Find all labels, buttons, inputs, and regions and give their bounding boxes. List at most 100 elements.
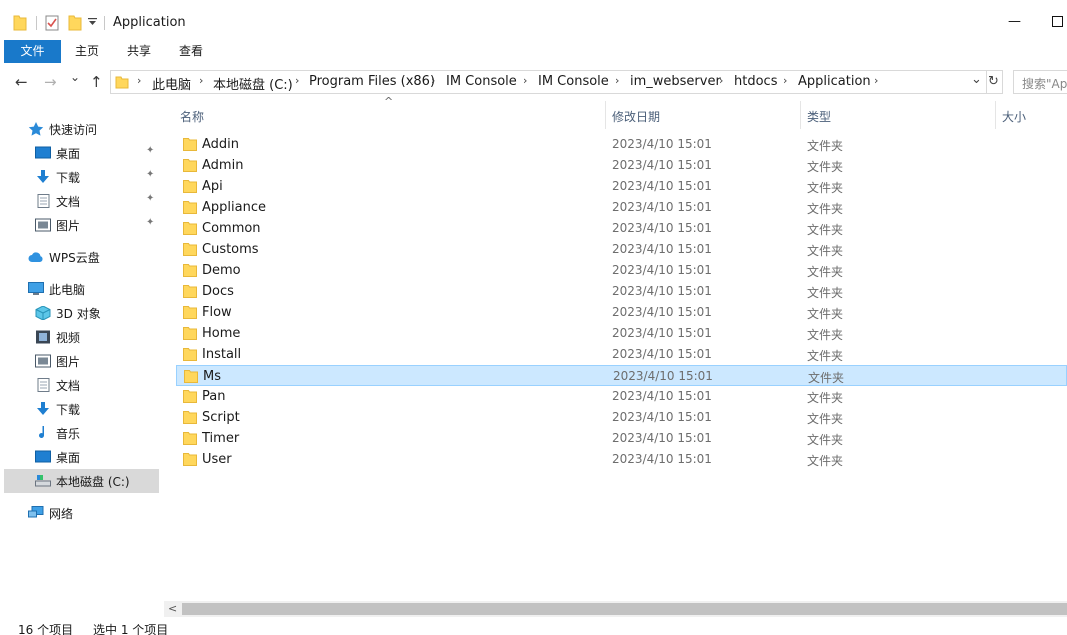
up-button[interactable]: ↑ (90, 73, 103, 91)
column-divider[interactable] (800, 101, 801, 129)
file-row[interactable]: Docs 2023/4/10 15:01 文件夹 (176, 281, 1067, 302)
document-icon (37, 194, 50, 208)
file-type: 文件夹 (807, 286, 844, 300)
maximize-button[interactable] (1052, 16, 1063, 27)
file-date-modified: 2023/4/10 15:01 (612, 431, 712, 445)
file-row[interactable]: Flow 2023/4/10 15:01 文件夹 (176, 302, 1067, 323)
tab-home[interactable]: 主页 (68, 40, 106, 63)
nav-item-music[interactable]: 音乐 (4, 421, 159, 445)
file-row[interactable]: Script 2023/4/10 15:01 文件夹 (176, 407, 1067, 428)
breadcrumb-this-pc[interactable]: 此电脑 (152, 74, 191, 93)
properties-icon[interactable] (45, 15, 59, 31)
breadcrumb-separator[interactable]: › (523, 74, 527, 87)
breadcrumb-im-console[interactable]: IM Console (446, 74, 517, 89)
folder-icon (184, 370, 198, 383)
nav-item-downloads[interactable]: 下载 (4, 397, 159, 421)
scroll-left-button[interactable]: < (168, 602, 177, 615)
column-divider[interactable] (605, 101, 606, 129)
file-row[interactable]: Api 2023/4/10 15:01 文件夹 (176, 176, 1067, 197)
breadcrumb-im-console-2[interactable]: IM Console (538, 74, 609, 89)
breadcrumb-separator[interactable]: › (719, 74, 723, 87)
breadcrumb-separator[interactable]: › (199, 74, 203, 87)
folder-icon (183, 432, 197, 445)
nav-item-desktop-pinned[interactable]: 桌面 ✦ (4, 141, 159, 165)
breadcrumb-im-webserver[interactable]: im_webserver (630, 74, 721, 89)
nav-item-label: WPS云盘 (49, 251, 100, 265)
picture-icon (35, 218, 51, 232)
file-name: Flow (202, 305, 232, 320)
navigation-pane: 快速访问 桌面 ✦ 下载 ✦ 文档 ✦ 图片 ✦ WPS云盘 此电脑 3D 对象… (0, 101, 162, 614)
breadcrumb-separator[interactable]: › (615, 74, 619, 87)
address-bar[interactable]: › 此电脑 › 本地磁盘 (C:) › Program Files (x86) … (110, 70, 987, 94)
breadcrumb-application[interactable]: Application (798, 74, 871, 89)
file-row[interactable]: Demo 2023/4/10 15:01 文件夹 (176, 260, 1067, 281)
nav-item-network[interactable]: 网络 (4, 501, 159, 525)
nav-item-documents-pinned[interactable]: 文档 ✦ (4, 189, 159, 213)
file-type: 文件夹 (808, 371, 845, 385)
file-row[interactable]: Install 2023/4/10 15:01 文件夹 (176, 344, 1067, 365)
nav-item-label: 快速访问 (49, 123, 98, 137)
tab-share[interactable]: 共享 (120, 40, 158, 63)
breadcrumb-separator[interactable]: › (431, 74, 435, 87)
nav-item-videos[interactable]: 视频 (4, 325, 159, 349)
recent-locations-button[interactable]: ⌄ (70, 70, 80, 84)
breadcrumb-separator[interactable]: › (137, 74, 141, 87)
nav-item-label: 图片 (56, 355, 81, 369)
file-row[interactable]: Pan 2023/4/10 15:01 文件夹 (176, 386, 1067, 407)
customize-toolbar-icon[interactable] (88, 17, 97, 27)
file-name: Ms (203, 369, 221, 384)
file-row[interactable]: Addin 2023/4/10 15:01 文件夹 (176, 134, 1067, 155)
breadcrumb-htdocs[interactable]: htdocs (734, 74, 777, 89)
cloud-icon (28, 252, 43, 262)
desktop-icon (35, 146, 51, 159)
ribbon-tabs: 文件 主页 共享 查看 (0, 40, 1067, 63)
title-separator (104, 16, 105, 30)
folder-icon (115, 76, 129, 89)
column-divider[interactable] (995, 101, 996, 129)
nav-item-downloads-pinned[interactable]: 下载 ✦ (4, 165, 159, 189)
new-folder-icon[interactable] (68, 15, 82, 31)
horizontal-scrollbar[interactable]: < (164, 601, 1067, 617)
nav-item-label: 下载 (56, 403, 81, 417)
nav-item-local-disk-c[interactable]: 本地磁盘 (C:) (4, 469, 159, 493)
breadcrumb-separator[interactable]: › (783, 74, 787, 87)
column-header-size[interactable]: 大小 (1002, 108, 1026, 125)
file-row[interactable]: Appliance 2023/4/10 15:01 文件夹 (176, 197, 1067, 218)
nav-item-label: 下载 (56, 171, 81, 185)
nav-item-pictures-pinned[interactable]: 图片 ✦ (4, 213, 159, 237)
file-row[interactable]: Timer 2023/4/10 15:01 文件夹 (176, 428, 1067, 449)
column-header-name[interactable]: 名称 (180, 108, 204, 125)
folder-icon (183, 348, 197, 361)
file-row[interactable]: Common 2023/4/10 15:01 文件夹 (176, 218, 1067, 239)
breadcrumb-separator[interactable]: › (874, 74, 878, 87)
address-dropdown-icon[interactable]: ⌄ (971, 72, 982, 87)
breadcrumb-program-files[interactable]: Program Files (x86) (309, 74, 435, 89)
minimize-button[interactable]: — (1008, 14, 1021, 29)
breadcrumb-separator[interactable]: › (295, 74, 299, 87)
nav-item-documents[interactable]: 文档 (4, 373, 159, 397)
nav-item-desktop[interactable]: 桌面 (4, 445, 159, 469)
nav-item-quick-access[interactable]: 快速访问 (4, 117, 159, 141)
file-name: Admin (202, 158, 244, 173)
nav-item-this-pc[interactable]: 此电脑 (4, 277, 159, 301)
search-input[interactable]: 搜索"Application" (1013, 70, 1067, 94)
refresh-button[interactable]: ↻ (985, 70, 1003, 94)
file-row[interactable]: User 2023/4/10 15:01 文件夹 (176, 449, 1067, 470)
file-row[interactable]: Ms 2023/4/10 15:01 文件夹 (176, 365, 1067, 386)
tab-view[interactable]: 查看 (172, 40, 210, 63)
file-type: 文件夹 (807, 454, 844, 468)
file-row[interactable]: Home 2023/4/10 15:01 文件夹 (176, 323, 1067, 344)
forward-button[interactable]: → (44, 73, 57, 91)
breadcrumb-local-disk[interactable]: 本地磁盘 (C:) (213, 74, 293, 93)
file-row[interactable]: Admin 2023/4/10 15:01 文件夹 (176, 155, 1067, 176)
file-row[interactable]: Customs 2023/4/10 15:01 文件夹 (176, 239, 1067, 260)
back-button[interactable]: ← (15, 73, 28, 91)
scrollbar-thumb[interactable] (182, 603, 1067, 615)
nav-item-wps-cloud[interactable]: WPS云盘 (4, 245, 159, 269)
nav-item-3d-objects[interactable]: 3D 对象 (4, 301, 159, 325)
tab-file[interactable]: 文件 (4, 40, 61, 63)
column-header-type[interactable]: 类型 (807, 108, 831, 125)
file-date-modified: 2023/4/10 15:01 (612, 389, 712, 403)
column-header-date[interactable]: 修改日期 (612, 108, 660, 125)
nav-item-pictures[interactable]: 图片 (4, 349, 159, 373)
